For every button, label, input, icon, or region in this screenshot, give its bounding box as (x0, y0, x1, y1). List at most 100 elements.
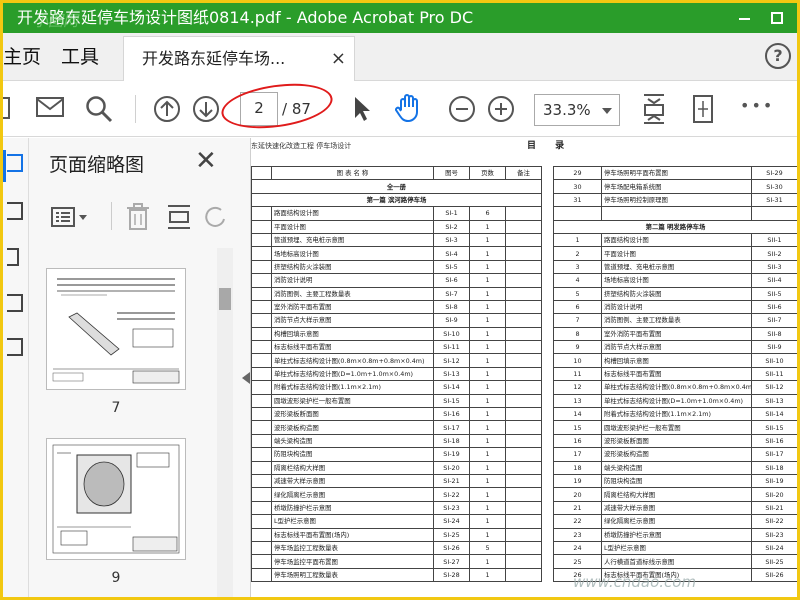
drawing-number: SII-14 (751, 407, 797, 422)
more-icon[interactable]: ••• (740, 96, 774, 115)
drawing-name: 波形梁板构造图 (271, 420, 434, 435)
page-count: 6 (469, 206, 506, 221)
page-thumbnail[interactable] (46, 268, 186, 390)
options-menu-icon[interactable] (51, 206, 89, 232)
drawing-number: SI-9 (433, 313, 470, 328)
table-cell (251, 286, 272, 301)
email-icon[interactable] (36, 96, 64, 122)
document-tab[interactable]: 开发路东延停车场... × (123, 36, 355, 81)
bookmark-icon[interactable] (7, 202, 23, 220)
remarks-cell (505, 380, 542, 395)
drawing-number: SI-23 (433, 500, 470, 516)
save-icon[interactable] (3, 95, 11, 121)
drawing-name: 减速带大样示意图 (601, 500, 752, 516)
table-row: 15 圆墩波形梁护栏一般布置图 SII-15 (553, 420, 797, 435)
page-thumbnails-icon[interactable] (7, 154, 23, 172)
remarks-cell (505, 393, 542, 409)
nav-tools[interactable]: 工具 (61, 33, 99, 81)
remarks-cell (505, 433, 542, 449)
select-arrow-icon[interactable] (353, 96, 371, 126)
drawing-name: 波形梁板断面图 (601, 433, 752, 449)
table-row: 波形梁板构造图 SI-17 1 (251, 420, 542, 435)
table-row: 14 附着式标志结构设计图(1.1m×2.1m) SII-14 (553, 407, 797, 422)
zoom-dropdown[interactable]: 33.3% (534, 94, 620, 126)
column-header: 页数 (469, 165, 506, 181)
table-cell (251, 540, 272, 556)
document-view: 东延快速化改造工程 停车场设计 目 录 图 表 名 称图号 页数 备注 全一册 第一篇 … (251, 138, 797, 597)
row-number: 19 (553, 473, 602, 489)
table-row: 3 管道预埋、充电桩示意图 SII-3 (553, 259, 797, 275)
drawing-name: 减速带大样示意图 (271, 473, 434, 489)
row-number: 21 (553, 500, 602, 516)
help-icon[interactable]: ? (765, 43, 791, 69)
table-row: 消防图例、主要工程数量表 SI-7 1 (251, 286, 542, 301)
layers-icon[interactable] (7, 294, 23, 312)
row-number: 24 (553, 540, 602, 556)
table-row: 12 单柱式标志结构设计图(0.8m×0.8m+0.8m×0.4m) SII-12 (553, 380, 797, 395)
hand-icon[interactable] (395, 93, 423, 127)
acrobat-window: 开发路东延停车场设计图纸0814.pdf - Adobe Acrobat Pro… (3, 3, 797, 597)
page-up-icon[interactable] (153, 95, 181, 127)
remarks-cell (505, 487, 542, 502)
zoom-in-icon[interactable] (487, 95, 515, 127)
drawing-name: 标志标线平面布置图 (271, 340, 434, 355)
thumbnail-scrollbar[interactable] (217, 248, 233, 597)
table-row: 标志标线平面布置图 SI-11 1 (251, 340, 542, 355)
remarks-cell (505, 460, 542, 475)
close-tab-button[interactable]: × (331, 37, 346, 81)
table-row: 停车场照明工程数量表 SI-28 1 (251, 567, 542, 583)
table-cell (251, 165, 272, 181)
table-cell (251, 219, 272, 234)
drawing-name: 附着式标志结构设计图(1.1m×2.1m) (271, 380, 434, 395)
signature-icon[interactable] (7, 338, 23, 356)
page-count: 1 (469, 554, 506, 569)
table-header-row: 图 表 名 称图号 页数 备注 (251, 165, 542, 181)
scrollbar-thumb[interactable] (219, 288, 231, 310)
drawing-number: SI-18 (433, 433, 470, 449)
drawing-name: 单柱式标志结构设计图(0.8m×0.8m+0.8m×0.4m) (601, 380, 752, 395)
drawing-number: SI-4 (433, 246, 470, 261)
page-down-icon[interactable] (192, 95, 220, 127)
collapse-panel-icon[interactable] (242, 372, 250, 384)
column-header: 图 表 名 称 (271, 165, 434, 181)
row-number: 5 (553, 286, 602, 301)
section-title: 第二篇 明发路停车场 (553, 219, 797, 234)
drawing-number: SII-21 (751, 500, 797, 516)
drawing-name: 构槽回填示意图 (271, 326, 434, 342)
page-count: 1 (469, 433, 506, 449)
drawing-number: SII-9 (751, 340, 797, 355)
search-icon[interactable] (85, 95, 113, 127)
page-count: 1 (469, 527, 506, 542)
table-cell (251, 246, 272, 261)
scroll-mode-icon[interactable] (689, 94, 717, 128)
rotate-icon[interactable] (205, 204, 227, 234)
drawing-name: 防阻块构造图 (271, 447, 434, 462)
trash-icon[interactable] (125, 203, 151, 235)
table-cell (251, 232, 272, 248)
extract-pages-icon[interactable] (166, 203, 192, 235)
attachment-icon[interactable] (7, 248, 19, 266)
row-number: 4 (553, 273, 602, 288)
drawing-name: 桥墩防撞护栏示意图 (601, 527, 752, 542)
table-cell (751, 206, 797, 221)
table-row: 30 停车场配电箱系统图 SI-30 (553, 179, 797, 194)
table-row: 16 波形梁板断面图 SII-16 (553, 433, 797, 449)
close-icon[interactable]: ✕ (195, 146, 217, 176)
table-row: 室外消防平面布置图 SI-8 1 (251, 299, 542, 315)
table-cell (251, 326, 272, 342)
row-number: 18 (553, 460, 602, 475)
page-count: 1 (469, 326, 506, 342)
table-row: 1 路面结构设计图 SII-1 (553, 232, 797, 248)
fit-page-icon[interactable] (641, 93, 667, 129)
page-count: 1 (469, 473, 506, 489)
zoom-out-icon[interactable] (448, 95, 476, 127)
drawing-name: 停车场照明控制原理图 (601, 192, 752, 208)
drawing-number: SII-26 (751, 567, 797, 583)
drawing-name: 附着式标志结构设计图(1.1m×2.1m) (601, 407, 752, 422)
table-row: 23 桥墩防撞护栏示意图 SII-23 (553, 527, 797, 542)
nav-home[interactable]: 主页 (3, 33, 41, 81)
toolbar: / 87 33.3% ••• (3, 77, 797, 137)
maximize-button[interactable] (771, 12, 783, 24)
page-thumbnail[interactable] (46, 438, 186, 560)
minimize-button[interactable] (739, 18, 750, 20)
